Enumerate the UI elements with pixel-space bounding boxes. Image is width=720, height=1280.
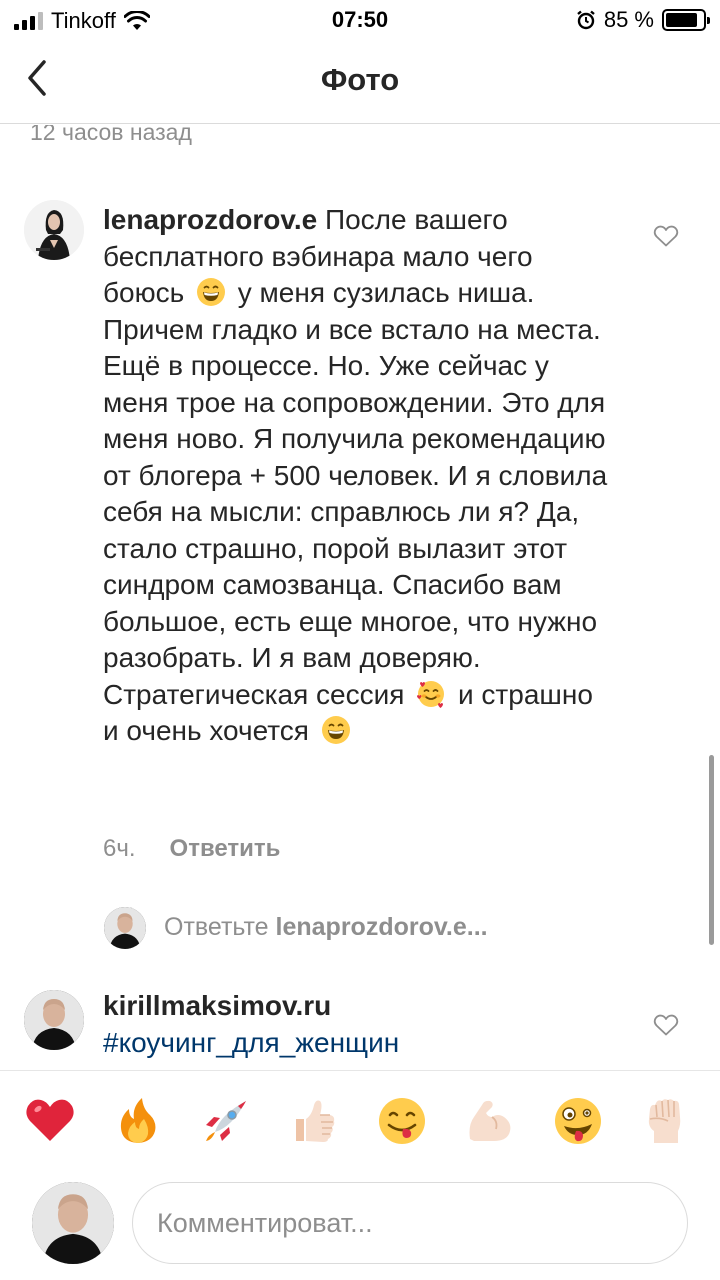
- rocket-icon[interactable]: [200, 1095, 252, 1147]
- zany-face-icon[interactable]: [552, 1095, 604, 1147]
- comment-username[interactable]: lenaprozdorov.e: [103, 204, 317, 235]
- page-title: Фото: [320, 62, 400, 97]
- red-heart-icon[interactable]: [24, 1095, 76, 1147]
- comment-meta: 6ч. Ответить: [103, 835, 280, 863]
- reply-prompt-username: lenaprozdorov.e...: [275, 913, 488, 941]
- like-heart-icon[interactable]: [653, 224, 679, 248]
- nav-bar: Фото: [0, 40, 720, 124]
- comment-text: lenaprozdorov.e После вашего бесплатного…: [103, 202, 613, 750]
- avatar: [104, 907, 146, 949]
- avatar[interactable]: [24, 200, 84, 260]
- comments-list[interactable]: 12 часов назад lenaprozdorov.e После ваш…: [0, 125, 720, 1070]
- scrollbar[interactable]: [709, 755, 714, 945]
- comment-composer: [0, 1176, 720, 1280]
- reply-to-prompt[interactable]: Ответьте lenaprozdorov.e...: [164, 913, 488, 942]
- alarm-icon: [577, 10, 595, 30]
- battery-percent: 85 %: [603, 7, 654, 32]
- comment-username[interactable]: kirillmaksimov.ru: [103, 990, 331, 1022]
- my-avatar: [32, 1182, 114, 1264]
- reply-prompt-prefix: Ответьте: [164, 913, 269, 941]
- reply-button[interactable]: Ответить: [170, 835, 281, 863]
- comment-text-part-2: у меня сузилась ниша. Причем гладко и вс…: [103, 277, 608, 710]
- comment-input[interactable]: [132, 1182, 688, 1264]
- status-bar: Tinkoff 07:50 85 %: [0, 0, 720, 40]
- flexed-biceps-icon[interactable]: [464, 1095, 516, 1147]
- raised-fist-icon[interactable]: [640, 1095, 692, 1147]
- avatar[interactable]: [24, 990, 84, 1050]
- previous-comment-timestamp: 12 часов назад: [30, 125, 192, 145]
- thumbs-up-icon[interactable]: [288, 1095, 340, 1147]
- fire-icon[interactable]: [112, 1095, 164, 1147]
- quick-emoji-bar: [0, 1070, 720, 1176]
- like-heart-icon[interactable]: [653, 1013, 679, 1037]
- face-savoring-food-icon[interactable]: [376, 1095, 428, 1147]
- hashtag-link[interactable]: #коучинг_для_женщин: [103, 1027, 399, 1059]
- battery-icon: [662, 9, 710, 31]
- smiling-face-with-hearts-icon: [417, 680, 445, 708]
- grinning-face-icon: [321, 716, 350, 744]
- comment-time: 6ч.: [103, 835, 136, 862]
- grinning-face-icon: [196, 278, 225, 306]
